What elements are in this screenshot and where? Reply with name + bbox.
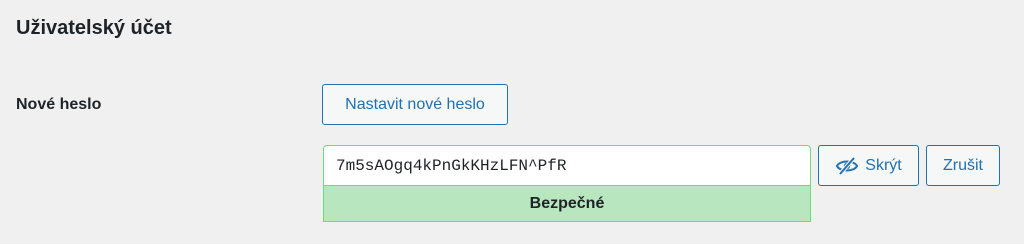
password-input[interactable] (323, 145, 811, 186)
section-title: Uživatelský účet (16, 17, 172, 39)
generate-password-button[interactable]: Nastavit nové heslo (322, 84, 508, 125)
cancel-button[interactable]: Zrušit (926, 145, 1000, 186)
password-field-group: Bezpečné (323, 145, 811, 222)
password-strength-meter: Bezpečné (323, 186, 811, 222)
eye-slash-icon (836, 156, 859, 175)
hide-password-button[interactable]: Skrýt (818, 145, 919, 186)
new-password-label: Nové heslo (16, 96, 102, 113)
hide-button-label: Skrýt (865, 156, 902, 174)
